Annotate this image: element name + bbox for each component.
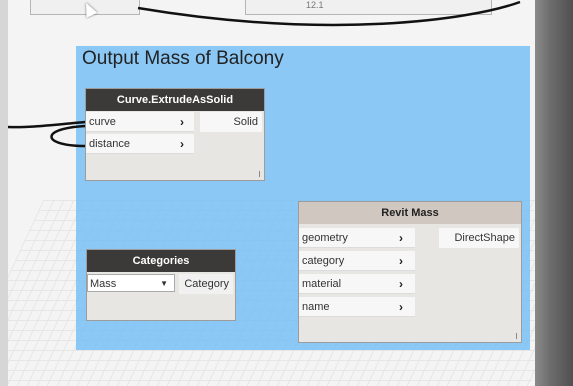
graph-canvas[interactable]: 12.1 Output Mass of Balcony Curve.Extrud…	[0, 0, 573, 386]
node-revit-mass[interactable]: Revit Mass geometry › category › materia…	[298, 201, 522, 343]
chevron-right-icon: ›	[180, 137, 184, 151]
port-label: geometry	[302, 232, 348, 244]
input-port-material[interactable]: material ›	[299, 274, 415, 294]
output-port-solid[interactable]: Solid	[200, 112, 262, 132]
dropdown-value: Mass	[90, 278, 117, 290]
output-port-category[interactable]: Category	[179, 274, 233, 294]
category-dropdown[interactable]: Mass ▼	[87, 274, 177, 292]
resize-handle[interactable]	[259, 171, 260, 177]
port-label: material	[302, 278, 342, 290]
input-port-geometry[interactable]: geometry ›	[299, 228, 415, 248]
output-port-directshape[interactable]: DirectShape	[439, 228, 519, 248]
input-port-distance[interactable]: distance ›	[86, 134, 194, 154]
wire-top	[137, 0, 521, 27]
node-title: Categories	[87, 250, 235, 272]
input-port-name[interactable]: name ›	[299, 297, 415, 317]
resize-handle[interactable]	[516, 333, 517, 339]
node-curve-extrude-as-solid[interactable]: Curve.ExtrudeAsSolid curve › distance › …	[85, 88, 265, 181]
chevron-right-icon: ›	[399, 254, 403, 268]
input-port-category[interactable]: category ›	[299, 251, 415, 271]
chevron-right-icon: ›	[180, 115, 184, 129]
port-label: distance	[89, 138, 130, 150]
input-port-curve[interactable]: curve ›	[86, 112, 194, 132]
port-label: curve	[89, 116, 116, 128]
node-categories[interactable]: Categories Mass ▼ Category	[86, 249, 236, 321]
triangle-down-icon: ▼	[160, 279, 168, 288]
node-title: Revit Mass	[299, 202, 521, 224]
port-label: category	[302, 255, 345, 267]
port-label: name	[302, 301, 330, 313]
chevron-right-icon: ›	[399, 300, 403, 314]
chevron-right-icon: ›	[399, 277, 403, 291]
chevron-right-icon: ›	[399, 231, 403, 245]
wire-distance	[50, 124, 87, 148]
node-title: Curve.ExtrudeAsSolid	[86, 89, 264, 111]
